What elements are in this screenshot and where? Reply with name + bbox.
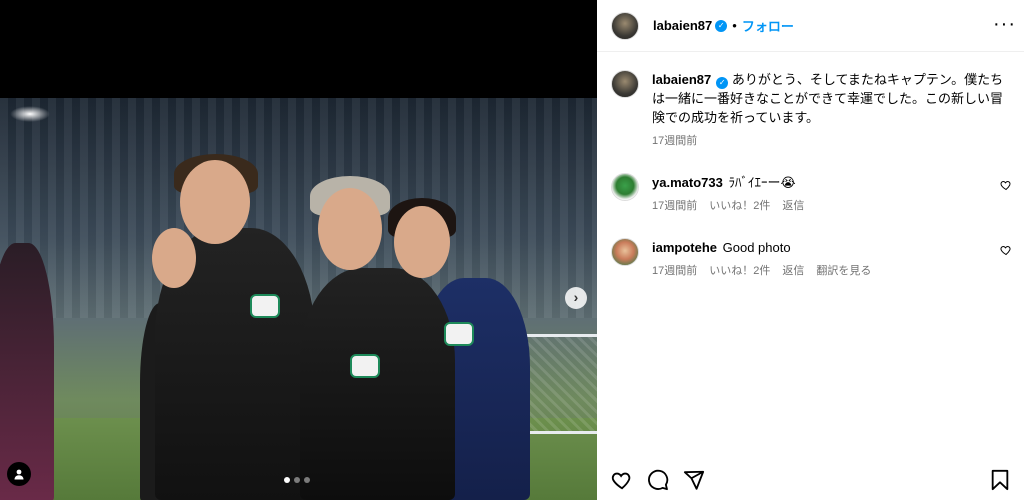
comment-item: iampotehe Good photo 17週間前 いいね！2件 返信 翻訳を…	[611, 238, 1012, 281]
head	[180, 160, 250, 244]
bookmark-icon[interactable]	[990, 469, 1010, 491]
carousel-dot	[294, 477, 300, 483]
comment-item: ya.mato733 ﾗﾊﾞｲｴｰー😭 17週間前 いいね！2件 返信	[611, 173, 1012, 216]
share-icon[interactable]	[683, 469, 705, 491]
heart-icon[interactable]	[1000, 179, 1012, 191]
club-crest	[350, 354, 380, 378]
caption-time[interactable]: 17週間前	[652, 132, 697, 151]
carousel-dots	[284, 477, 310, 483]
more-icon[interactable]: ···	[993, 14, 1016, 34]
caption-username[interactable]: labaien87	[652, 72, 711, 87]
comment-time[interactable]: 17週間前	[652, 262, 697, 281]
stadium-light	[10, 106, 50, 122]
reply-button[interactable]: 返信	[782, 197, 804, 216]
comment-icon[interactable]	[647, 469, 669, 491]
media-pane: ›	[0, 0, 597, 500]
goal-net	[520, 334, 597, 434]
verified-icon: ✓	[715, 19, 728, 32]
club-crest	[444, 322, 474, 346]
next-icon[interactable]: ›	[565, 287, 587, 309]
person-center	[300, 268, 455, 500]
head	[318, 188, 382, 270]
caption-meta: 17週間前	[652, 132, 1010, 151]
head	[152, 228, 196, 288]
comment-username[interactable]: ya.mato733	[652, 175, 723, 190]
comment-username[interactable]: iampotehe	[652, 240, 717, 255]
reply-button[interactable]: 返信	[782, 262, 804, 281]
avatar[interactable]	[611, 70, 639, 98]
comment-body: ya.mato733 ﾗﾊﾞｲｴｰー😭 17週間前 いいね！2件 返信	[652, 173, 1010, 216]
action-bar	[597, 460, 1024, 500]
carousel-dot	[304, 477, 310, 483]
post-photo[interactable]	[0, 98, 597, 500]
separator: •	[732, 18, 737, 33]
comment-time[interactable]: 17週間前	[652, 197, 697, 216]
comment-likes[interactable]: いいね！2件	[709, 262, 770, 281]
user-tag-icon[interactable]	[7, 462, 31, 486]
caption-body: labaien87 ✓ ありがとう、そしてまたねキャプテン。僕たちは一緒に一番好き…	[652, 70, 1010, 151]
follow-button[interactable]: フォロー	[742, 16, 794, 35]
comment-meta: 17週間前 いいね！2件 返信	[652, 197, 992, 216]
author-username[interactable]: labaien87	[653, 18, 712, 33]
post-side-panel: labaien87 ✓ • フォロー ··· labaien87 ✓ ありがとう、…	[597, 0, 1024, 500]
post-header: labaien87 ✓ • フォロー ···	[597, 0, 1024, 52]
heart-icon[interactable]	[611, 469, 633, 491]
comment-meta: 17週間前 いいね！2件 返信 翻訳を見る	[652, 262, 992, 281]
person-left	[0, 243, 54, 500]
avatar[interactable]	[611, 173, 639, 201]
carousel-dot	[284, 477, 290, 483]
avatar[interactable]	[611, 11, 639, 40]
comment-body: iampotehe Good photo 17週間前 いいね！2件 返信 翻訳を…	[652, 238, 1010, 281]
comment-likes[interactable]: いいね！2件	[709, 197, 770, 216]
verified-icon: ✓	[716, 77, 729, 89]
comment-text: Good photo	[722, 240, 791, 255]
head	[394, 206, 450, 278]
avatar[interactable]	[611, 238, 639, 266]
club-crest	[250, 294, 280, 318]
comment-text: ﾗﾊﾞｲｴｰー😭	[728, 175, 796, 190]
caption: labaien87 ✓ ありがとう、そしてまたねキャプテン。僕たちは一緒に一番好き…	[611, 70, 1010, 151]
comment-thread: labaien87 ✓ ありがとう、そしてまたねキャプテン。僕たちは一緒に一番好き…	[597, 52, 1024, 281]
heart-icon[interactable]	[1000, 244, 1012, 256]
translate-button[interactable]: 翻訳を見る	[816, 262, 871, 281]
